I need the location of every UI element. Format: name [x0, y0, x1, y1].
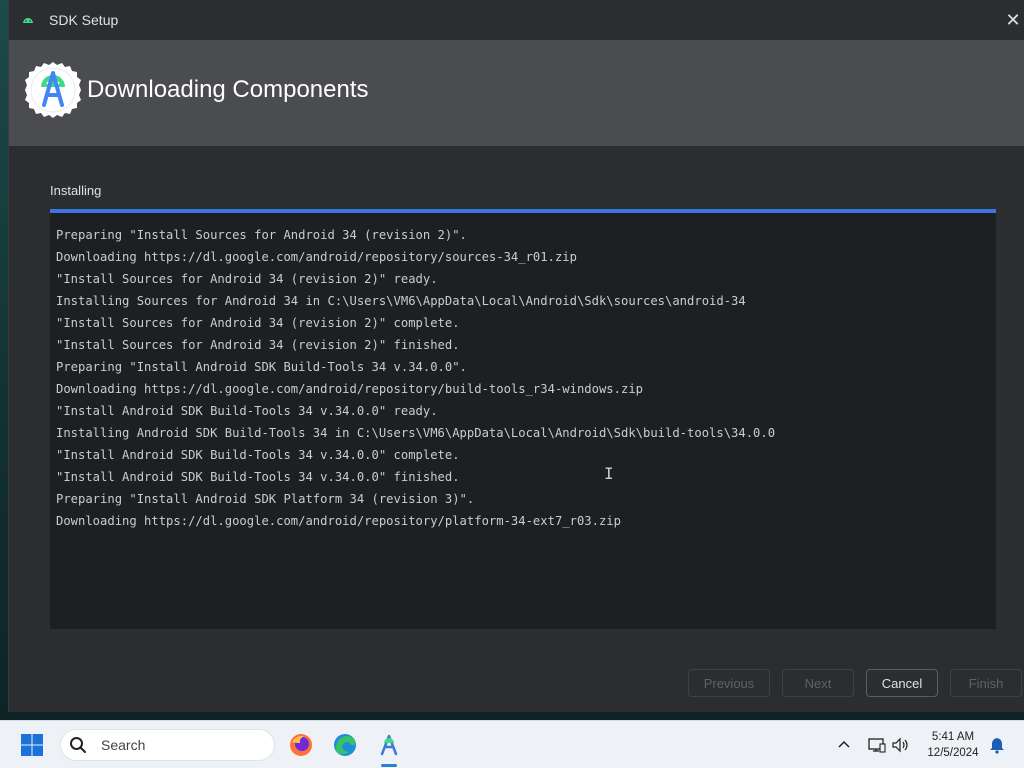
- finish-button[interactable]: Finish: [950, 669, 1022, 697]
- notification-bell-icon[interactable]: [988, 733, 1006, 757]
- log-line: "Install Sources for Android 34 (revisio…: [56, 272, 438, 286]
- close-icon[interactable]: ✕: [1001, 0, 1024, 40]
- chevron-up-icon[interactable]: [836, 733, 852, 757]
- previous-button[interactable]: Previous: [688, 669, 770, 697]
- next-button[interactable]: Next: [782, 669, 854, 697]
- log-line: Installing Android SDK Build-Tools 34 in…: [56, 426, 776, 440]
- firefox-icon[interactable]: [287, 731, 315, 759]
- log-line: "Install Sources for Android 34 (revisio…: [56, 338, 460, 352]
- log-line: "Install Android SDK Build-Tools 34 v.34…: [56, 470, 460, 484]
- sdk-setup-window: SDK Setup ✕ Downloading Components Insta…: [8, 0, 1024, 712]
- wizard-content: Installing Preparing "Install Sources fo…: [9, 146, 1024, 712]
- android-studio-logo: [24, 61, 82, 119]
- window-title: SDK Setup: [49, 12, 119, 28]
- taskbar-search[interactable]: Search: [60, 729, 275, 761]
- log-line: Preparing "Install Android SDK Platform …: [56, 492, 475, 506]
- clock-date: 12/5/2024: [927, 747, 979, 759]
- active-app-indicator: [381, 764, 397, 767]
- windows-start-icon[interactable]: [20, 733, 44, 757]
- android-studio-taskbar-icon[interactable]: [375, 731, 403, 759]
- search-icon: [69, 736, 87, 754]
- taskbar-clock[interactable]: 5:41 AM 12/5/2024: [918, 729, 988, 761]
- wizard-header: Downloading Components: [9, 40, 1024, 146]
- log-line: "Install Sources for Android 34 (revisio…: [56, 316, 460, 330]
- edge-icon[interactable]: [331, 731, 359, 759]
- log-line: "Install Android SDK Build-Tools 34 v.34…: [56, 448, 460, 462]
- log-line: Preparing "Install Sources for Android 3…: [56, 228, 467, 242]
- volume-icon[interactable]: [891, 733, 911, 757]
- network-icon[interactable]: [867, 733, 887, 757]
- log-line: Preparing "Install Android SDK Build-Too…: [56, 360, 467, 374]
- title-bar: SDK Setup ✕: [9, 0, 1024, 40]
- clock-time: 5:41 AM: [931, 731, 975, 743]
- log-line: Downloading https://dl.google.com/androi…: [56, 250, 577, 264]
- search-label: Search: [101, 737, 146, 753]
- android-studio-icon: [22, 14, 34, 26]
- log-line: Installing Sources for Android 34 in C:\…: [56, 294, 746, 308]
- taskbar: Search 5:41 AM 12/5/2024: [0, 720, 1024, 768]
- log-line: Downloading https://dl.google.com/androi…: [56, 382, 643, 396]
- log-line: "Install Android SDK Build-Tools 34 v.34…: [56, 404, 438, 418]
- log-line: Downloading https://dl.google.com/androi…: [56, 514, 621, 528]
- install-log[interactable]: Preparing "Install Sources for Android 3…: [50, 213, 996, 629]
- cancel-button[interactable]: Cancel: [866, 669, 938, 697]
- page-heading: Downloading Components: [87, 76, 369, 103]
- text-cursor-icon: I: [604, 464, 614, 483]
- status-label: Installing: [50, 183, 102, 198]
